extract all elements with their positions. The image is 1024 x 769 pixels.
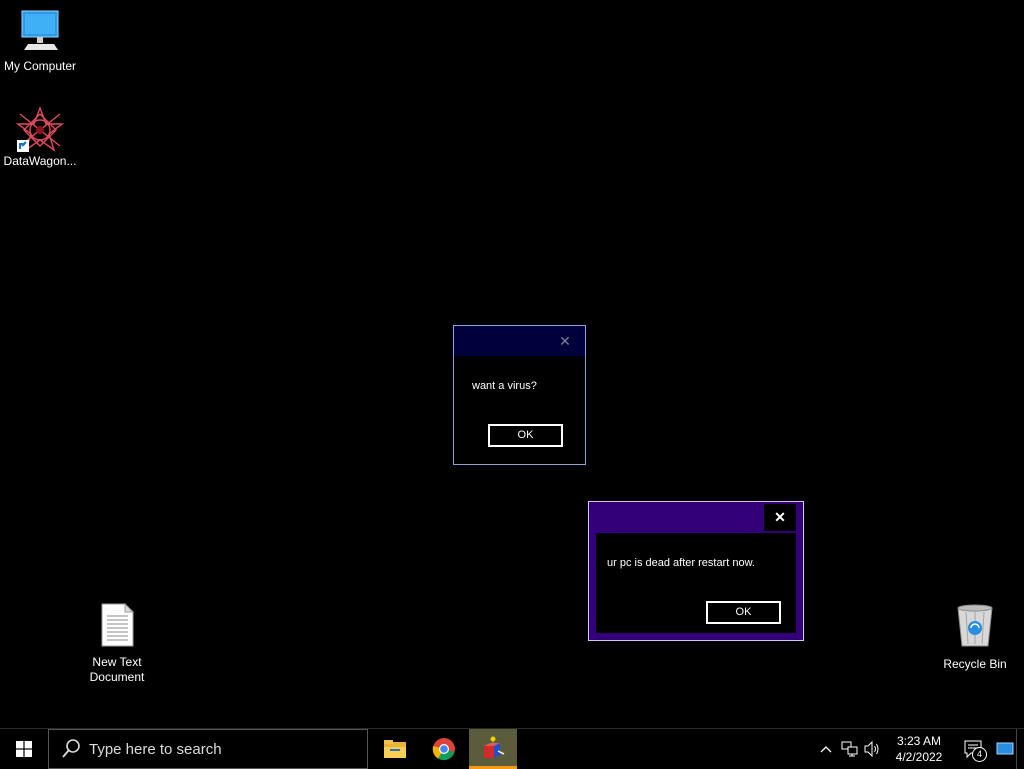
- dialog-message: ur pc is dead after restart now.: [607, 557, 755, 569]
- text-document-icon: [77, 602, 157, 653]
- desktop-icon-my-computer[interactable]: My Computer: [0, 8, 80, 74]
- datawagon-shortcut-icon: [15, 106, 65, 154]
- dialog-message: want a virus?: [472, 380, 537, 392]
- volume-icon: [864, 741, 879, 757]
- search-box[interactable]: Type here to search: [48, 729, 368, 769]
- desktop-icon-label: New Text Document: [89, 655, 145, 684]
- taskbar-app-chrome[interactable]: [420, 729, 468, 769]
- dialog-body: want a virus? OK: [462, 358, 577, 456]
- network-icon: [841, 741, 858, 757]
- notification-icon: 4: [963, 739, 987, 762]
- dialog-titlebar[interactable]: ✕: [589, 502, 803, 532]
- close-icon[interactable]: ✕: [555, 331, 575, 351]
- windows-logo-icon: [16, 741, 32, 757]
- ok-button[interactable]: OK: [488, 424, 563, 447]
- clock-date: 4/2/2022: [895, 750, 943, 764]
- desktop-icon-new-text-document[interactable]: New Text Document: [77, 602, 157, 685]
- tray-overflow-chevron[interactable]: [815, 729, 837, 769]
- ok-button[interactable]: OK: [706, 601, 781, 624]
- clock-time: 3:23 AM: [896, 734, 942, 748]
- desktop-icon-label: DataWagon...: [3, 154, 77, 168]
- desktop-icon-label: My Computer: [3, 59, 77, 73]
- desktop-icon-recycle-bin[interactable]: Recycle Bin: [935, 602, 1015, 672]
- search-placeholder: Type here to search: [89, 741, 222, 758]
- taskbar-clock[interactable]: 3:23 AM 4/2/2022: [884, 729, 954, 769]
- taskbar-app-file-explorer[interactable]: [371, 729, 419, 769]
- taskbar-app-running[interactable]: [469, 729, 517, 769]
- folder-icon: [384, 740, 406, 758]
- tray-display-indicator[interactable]: [994, 729, 1016, 769]
- close-icon[interactable]: ✕: [764, 504, 796, 531]
- dialog-titlebar[interactable]: ✕: [454, 326, 585, 356]
- chrome-icon: [432, 738, 455, 761]
- action-center-button[interactable]: 4: [958, 729, 988, 769]
- tray-volume[interactable]: [862, 729, 884, 769]
- cube-app-icon: [484, 736, 505, 758]
- message-dialog-want-virus: ✕ want a virus? OK: [453, 325, 586, 465]
- display-icon: [996, 742, 1014, 755]
- notification-count-badge: 4: [972, 747, 987, 762]
- taskbar: Type here to search 3:23 AM 4/2/2022 4: [0, 728, 1024, 769]
- chevron-up-icon: [820, 746, 832, 753]
- desktop-icon-label: Recycle Bin: [943, 657, 1007, 671]
- desktop-icon-datawagon[interactable]: DataWagon...: [0, 106, 80, 169]
- dialog-body: ur pc is dead after restart now. OK: [596, 533, 796, 633]
- tray-network[interactable]: [839, 729, 861, 769]
- search-icon: [62, 739, 80, 758]
- start-button[interactable]: [0, 729, 48, 769]
- message-dialog-pc-dead: ✕ ur pc is dead after restart now. OK: [588, 501, 804, 641]
- computer-icon: [0, 8, 80, 59]
- show-desktop-button[interactable]: [1016, 729, 1024, 769]
- recycle-bin-icon: [935, 602, 1015, 653]
